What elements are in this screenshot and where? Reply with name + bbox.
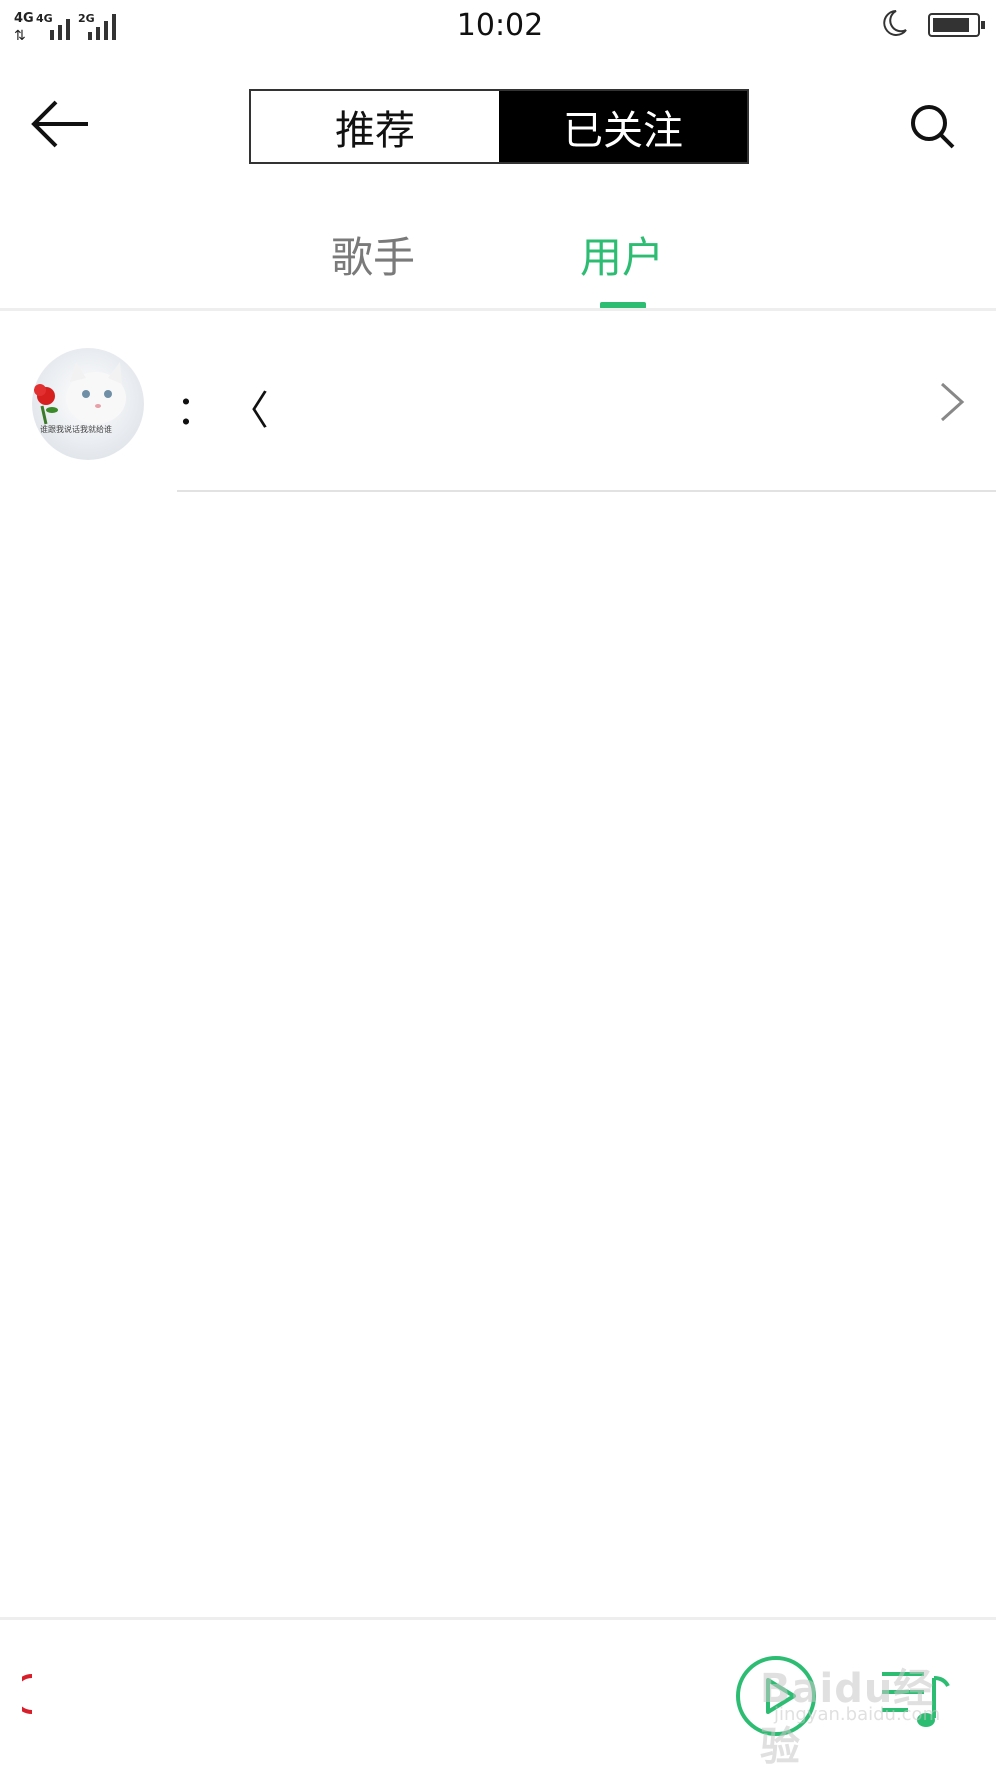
segment-followed[interactable]: 已关注 (499, 91, 747, 162)
user-name: ： 〈 (176, 388, 269, 434)
moon-icon (880, 8, 908, 38)
chevron-right-icon (938, 380, 966, 424)
cat-avatar-icon[interactable]: 谁跟我说话我就给谁 (32, 348, 144, 460)
mini-cover-icon (12, 1674, 34, 1714)
subtab-bar: 歌手 用户 (0, 212, 1000, 309)
status-bar: 4G 4G ⇅ 2G 10:02 (0, 0, 1000, 54)
segment-recommend[interactable]: 推荐 (251, 91, 499, 162)
page: 4G 4G ⇅ 2G 10:02 推荐 已关注 歌手 用户 谁跟我说话我就给谁 … (0, 0, 1000, 1778)
back-button[interactable] (28, 96, 92, 152)
search-icon (911, 105, 955, 149)
user-list-item[interactable]: 谁跟我说话我就给谁 ： 〈 (0, 312, 996, 492)
header: 推荐 已关注 (0, 78, 1000, 168)
tab-singers[interactable]: 歌手 (331, 224, 415, 285)
arrow-left-icon (31, 100, 88, 148)
search-button[interactable] (908, 102, 956, 150)
avatar-caption: 谁跟我说话我就给谁 (40, 424, 112, 434)
subtab-divider (0, 308, 996, 311)
watermark-url: jingyan.baidu.com (774, 1704, 941, 1725)
list-divider (177, 490, 996, 492)
battery-icon (928, 12, 986, 38)
follow-segmented-control: 推荐 已关注 (249, 89, 749, 164)
watermark: Baidu经验 jingyan.baidu.com (760, 1656, 960, 1770)
tab-users[interactable]: 用户 (580, 224, 664, 285)
status-time: 10:02 (456, 8, 544, 43)
